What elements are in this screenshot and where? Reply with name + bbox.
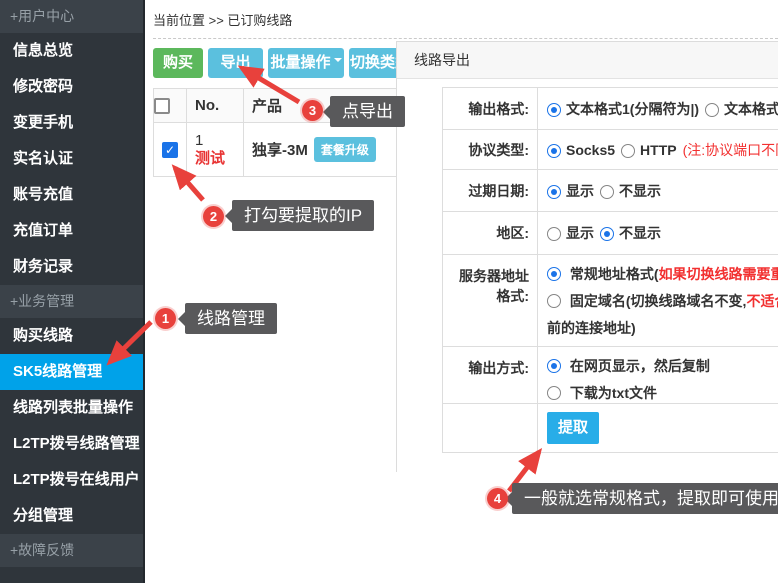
annotation-2-label: 打勾要提取的IP [232, 200, 374, 231]
caret-down-icon [334, 58, 342, 66]
radio-regular-addr[interactable] [547, 267, 561, 281]
form-row-expire-date: 过期日期: 显示 不显示 [443, 170, 778, 212]
form-row-server-addr: 服务器地址格式: 常规地址格式(如果切换线路需要重新导 固定域名(切换线路域名不… [443, 255, 778, 347]
export-button[interactable]: 导出 [208, 48, 263, 78]
annotation-4-number: 4 [487, 488, 508, 509]
annotation-1-label: 线路管理 [185, 303, 277, 334]
form-row-region: 地区: 显示 不显示 [443, 212, 778, 255]
sidebar-item-sk5-line-management[interactable]: SK5线路管理 [0, 354, 143, 390]
select-all-checkbox[interactable] [154, 98, 170, 114]
batch-ops-button[interactable]: 批量操作 [268, 48, 344, 78]
sidebar-item-group-management[interactable]: 分组管理 [0, 498, 143, 534]
sidebar-section-user-center[interactable]: +用户中心 [0, 0, 143, 33]
radio-expire-hide[interactable] [600, 185, 614, 199]
row-tag: 测试 [195, 150, 243, 168]
sidebar-item-recharge-orders[interactable]: 充值订单 [0, 213, 143, 249]
sidebar-item-buy-lines[interactable]: 购买线路 [0, 318, 143, 354]
radio-region-show[interactable] [547, 227, 561, 241]
fixed-domain-label: 固定域名(切换线路域名不变, [570, 293, 747, 309]
radio-text-format-1[interactable] [547, 103, 561, 117]
download-txt-label: 下载为txt文件 [570, 385, 657, 401]
submit-row-label [443, 404, 538, 452]
radio-show-in-page[interactable] [547, 359, 561, 373]
sidebar-item-l2tp-online-users[interactable]: L2TP拨号在线用户 [0, 462, 143, 498]
sidebar-item-info-overview[interactable]: 信息总览 [0, 33, 143, 69]
server-addr-label: 服务器地址格式: [443, 255, 538, 346]
batch-ops-label: 批量操作 [270, 54, 330, 71]
output-mode-label: 输出方式: [443, 347, 538, 403]
sidebar-item-l2tp-line-management[interactable]: L2TP拨号线路管理 [0, 426, 143, 462]
radio-download-txt[interactable] [547, 386, 561, 400]
region-hide-label: 不显示 [619, 223, 661, 243]
regular-addr-label: 常规地址格式( [570, 266, 659, 282]
form-row-output-mode: 输出方式: 在网页显示，然后复制 下载为txt文件 [443, 347, 778, 404]
radio-region-hide[interactable] [600, 227, 614, 241]
annotation-3-number: 3 [302, 100, 323, 121]
region-label: 地区: [443, 212, 538, 254]
panel-title: 线路导出 [397, 42, 778, 79]
sidebar-item-change-phone[interactable]: 变更手机 [0, 105, 143, 141]
row-checkbox[interactable] [162, 142, 178, 158]
column-header-no: No. [187, 89, 244, 123]
sidebar-item-line-batch-ops[interactable]: 线路列表批量操作 [0, 390, 143, 426]
text-format-2-label: 文本格式2(分 [724, 99, 778, 119]
output-format-label: 输出格式: [443, 88, 538, 129]
radio-socks5[interactable] [547, 144, 561, 158]
sidebar-item-finance-records[interactable]: 财务记录 [0, 249, 143, 285]
regular-addr-note: 如果切换线路需要重新导 [659, 266, 778, 282]
form-row-protocol: 协议类型: Socks5 HTTP (注:协议端口不同，选 [443, 130, 778, 170]
fixed-domain-note: 不适合频繁 [746, 293, 778, 309]
socks5-label: Socks5 [566, 142, 615, 158]
annotation-2-number: 2 [203, 206, 224, 227]
sidebar-item-change-password[interactable]: 修改密码 [0, 69, 143, 105]
export-form: 输出格式: 文本格式1(分隔符为|) 文本格式2(分 协议类型: Socks5 … [442, 87, 778, 453]
form-row-submit: 提取 [443, 404, 778, 452]
extract-button[interactable]: 提取 [547, 412, 599, 444]
annotation-4-label: 一般就选常规格式，提取即可使用 [512, 483, 778, 514]
breadcrumb: 当前位置 >> 已订购线路 [153, 10, 292, 29]
http-label: HTTP [640, 142, 677, 158]
show-in-page-label: 在网页显示，然后复制 [570, 358, 710, 374]
radio-http[interactable] [621, 144, 635, 158]
protocol-label: 协议类型: [443, 130, 538, 169]
table-row: 1 测试 独享-3M 套餐升级 [154, 123, 397, 177]
sidebar-filler [0, 567, 143, 583]
sidebar-section-business[interactable]: +业务管理 [0, 285, 143, 318]
sidebar-item-account-recharge[interactable]: 账号充值 [0, 177, 143, 213]
sidebar-item-realname-auth[interactable]: 实名认证 [0, 141, 143, 177]
row-number: 1 [195, 132, 243, 150]
annotation-3-label: 点导出 [330, 96, 405, 127]
sidebar: +用户中心 信息总览 修改密码 变更手机 实名认证 账号充值 充值订单 财务记录… [0, 0, 145, 583]
expire-date-label: 过期日期: [443, 170, 538, 211]
radio-text-format-2[interactable] [705, 103, 719, 117]
sidebar-section-fault-feedback[interactable]: +故障反馈 [0, 534, 143, 567]
annotation-1-number: 1 [155, 308, 176, 329]
radio-fixed-domain[interactable] [547, 294, 561, 308]
fixed-domain-label-cont: 前的连接地址) [547, 315, 778, 342]
separator [153, 38, 778, 39]
buy-button[interactable]: 购买 [153, 48, 203, 78]
product-name: 独享-3M [252, 142, 308, 159]
radio-expire-show[interactable] [547, 185, 561, 199]
line-export-panel: 线路导出 输出格式: 文本格式1(分隔符为|) 文本格式2(分 协议类型: So… [396, 41, 778, 472]
expire-show-label: 显示 [566, 181, 594, 201]
protocol-note: (注:协议端口不同，选 [683, 140, 778, 160]
form-row-output-format: 输出格式: 文本格式1(分隔符为|) 文本格式2(分 [443, 88, 778, 130]
expire-hide-label: 不显示 [619, 181, 661, 201]
plan-upgrade-badge[interactable]: 套餐升级 [314, 137, 376, 162]
text-format-1-label: 文本格式1(分隔符为|) [566, 99, 699, 119]
region-show-label: 显示 [566, 223, 594, 243]
